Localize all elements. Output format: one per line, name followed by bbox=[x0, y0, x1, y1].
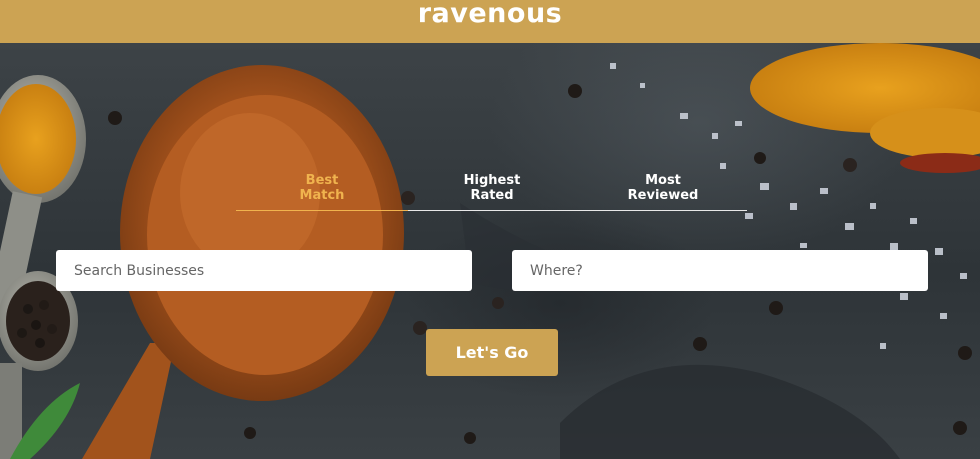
sort-tab-highest-rated[interactable]: Highest Rated bbox=[437, 173, 547, 203]
sort-tab-label-line2: Rated bbox=[470, 188, 514, 203]
sort-tab-label-line1: Highest bbox=[463, 173, 521, 188]
hero-section: Best Match Highest Rated Most Reviewed L… bbox=[0, 43, 980, 459]
sort-options-bar: Best Match Highest Rated Most Reviewed bbox=[236, 173, 747, 211]
sort-tab-best-match[interactable]: Best Match bbox=[267, 173, 377, 203]
header-bar: ravenous bbox=[0, 0, 980, 43]
sort-tab-most-reviewed[interactable]: Most Reviewed bbox=[608, 173, 718, 203]
sort-tab-label-line1: Best bbox=[305, 173, 339, 188]
sort-tab-label-line2: Match bbox=[299, 188, 345, 203]
active-tab-underline bbox=[236, 210, 408, 211]
sort-tab-label-line2: Reviewed bbox=[627, 188, 699, 203]
page: ravenous Best Match Highest Rated Most R… bbox=[0, 0, 980, 459]
sort-tab-label-line1: Most bbox=[645, 173, 681, 188]
lets-go-button[interactable]: Let's Go bbox=[426, 329, 558, 376]
business-search-input[interactable] bbox=[56, 250, 472, 291]
app-logo: ravenous bbox=[417, 0, 563, 29]
location-input[interactable] bbox=[512, 250, 928, 291]
